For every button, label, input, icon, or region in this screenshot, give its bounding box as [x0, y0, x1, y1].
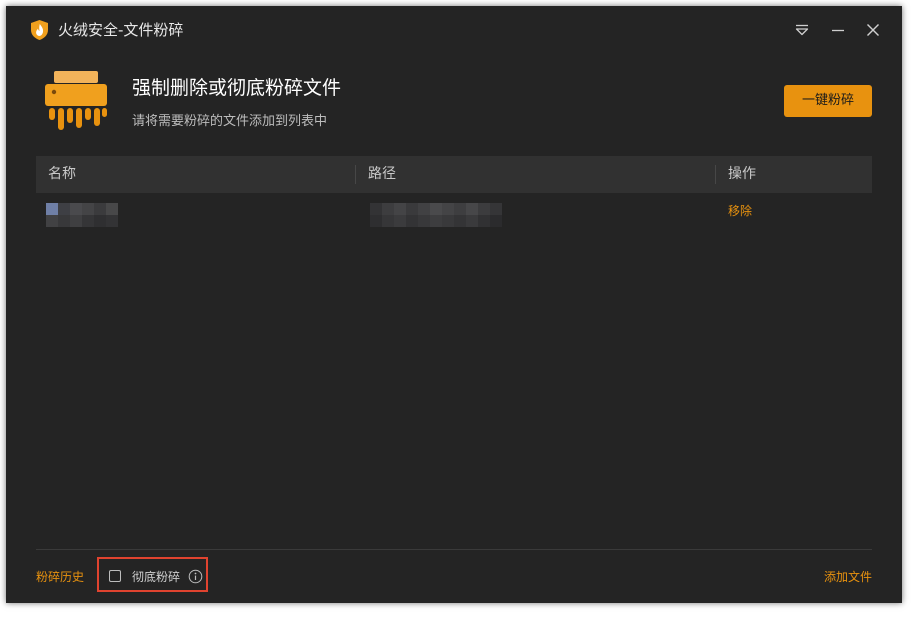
shredder-icon [44, 70, 110, 132]
footer-divider [36, 549, 872, 550]
file-shredder-window: 火绒安全-文件粉碎 强制删除或彻底粉碎文件 请将需要粉碎的文件添加到列表中 一键… [6, 6, 902, 603]
shred-all-button[interactable]: 一键粉碎 [784, 85, 872, 117]
table-row[interactable]: 移除 [36, 193, 872, 231]
file-table-header: 名称 路径 操作 [36, 156, 872, 193]
column-name-header[interactable]: 名称 [48, 156, 76, 193]
window-title: 火绒安全-文件粉碎 [58, 21, 184, 39]
column-divider[interactable] [715, 165, 716, 184]
remove-link[interactable]: 移除 [728, 203, 752, 219]
menu-icon[interactable] [792, 20, 812, 40]
add-file-link[interactable]: 添加文件 [824, 569, 872, 585]
column-divider[interactable] [355, 165, 356, 184]
file-name-redacted [46, 203, 118, 227]
huorong-logo-icon [30, 19, 49, 41]
info-icon[interactable] [188, 569, 203, 584]
shred-history-link[interactable]: 粉碎历史 [36, 569, 84, 585]
file-path-redacted [370, 203, 502, 227]
close-icon[interactable] [863, 20, 883, 40]
minimize-icon[interactable] [828, 20, 848, 40]
column-action-header: 操作 [728, 166, 756, 182]
title-bar: 火绒安全-文件粉碎 [6, 6, 902, 54]
thorough-shred-checkbox[interactable] [109, 570, 121, 582]
column-path-header[interactable]: 路径 [368, 156, 396, 193]
page-heading: 强制删除或彻底粉碎文件 [132, 77, 342, 99]
thorough-shred-label[interactable]: 彻底粉碎 [132, 569, 180, 585]
page-subheading: 请将需要粉碎的文件添加到列表中 [132, 114, 328, 129]
